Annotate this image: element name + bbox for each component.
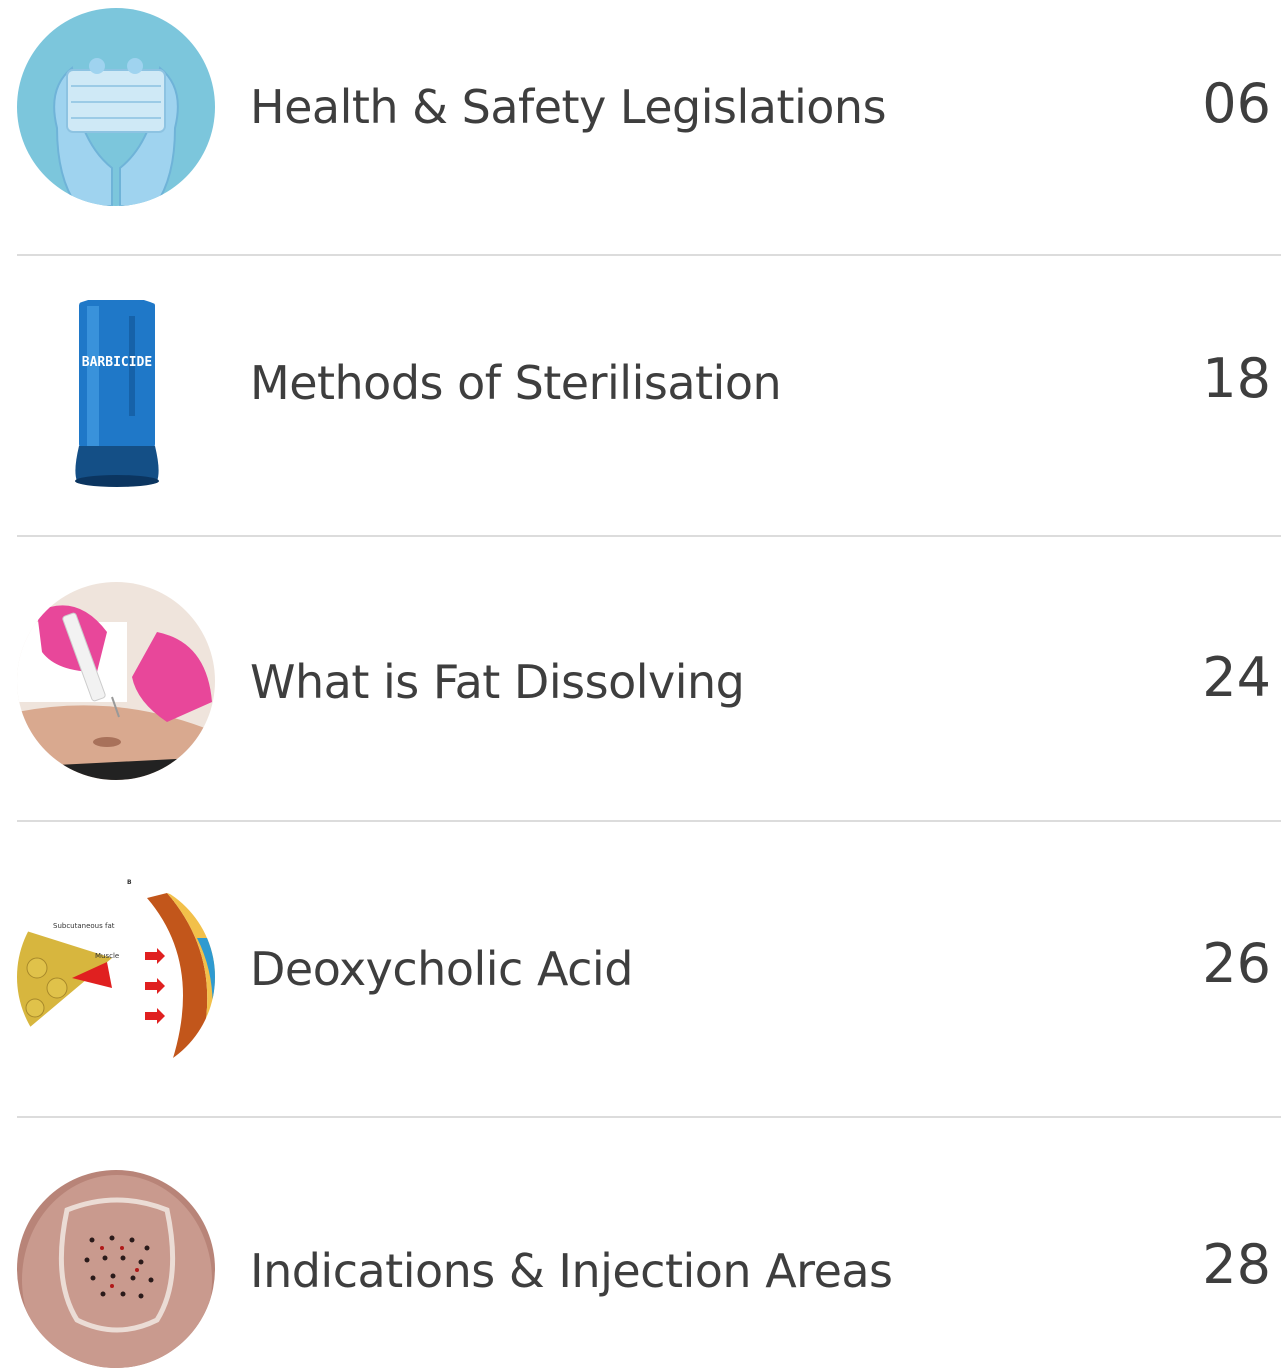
label-b: B [127, 879, 132, 886]
entry-page-number: 18 [1202, 347, 1271, 410]
gloved-hands-with-mask-image [17, 8, 215, 206]
jar-label: BARBICIDE [82, 355, 152, 370]
entry-page-number: 06 [1202, 72, 1271, 135]
entry-title: Deoxycholic Acid [250, 942, 633, 996]
injection-procedure-image [17, 582, 215, 780]
label-subcutaneous-fat: Subcutaneous fat [53, 922, 115, 930]
label-muscle: Muscle [95, 952, 119, 960]
entry-page-number: 28 [1202, 1233, 1271, 1296]
chin-injection-points-image [17, 1170, 215, 1368]
entry-title: Methods of Sterilisation [250, 356, 782, 410]
entry-page-number: 24 [1202, 646, 1271, 709]
toc-entry-indications[interactable]: Indications & Injection Areas 28 [0, 1118, 1281, 1368]
toc-entry-fat-dissolving[interactable]: What is Fat Dissolving 24 [0, 537, 1281, 819]
toc-entry-health-safety[interactable]: Health & Safety Legislations 06 [0, 0, 1281, 250]
table-of-contents: Health & Safety Legislations 06 BARBICID… [0, 0, 1281, 1368]
entry-title: Indications & Injection Areas [250, 1244, 893, 1298]
toc-entry-deoxycholic-acid[interactable]: Subcutaneous fat Muscle B Ep L Deoxychol… [0, 822, 1281, 1116]
fat-layer-diagram-image: Subcutaneous fat Muscle B Ep L [17, 878, 215, 1076]
barbicide-jar-image: BARBICIDE [17, 296, 215, 494]
toc-entry-sterilisation[interactable]: BARBICIDE Methods of Sterilisation 18 [0, 256, 1281, 534]
entry-page-number: 26 [1202, 932, 1271, 995]
entry-title: Health & Safety Legislations [250, 80, 887, 134]
entry-title: What is Fat Dissolving [250, 655, 745, 709]
